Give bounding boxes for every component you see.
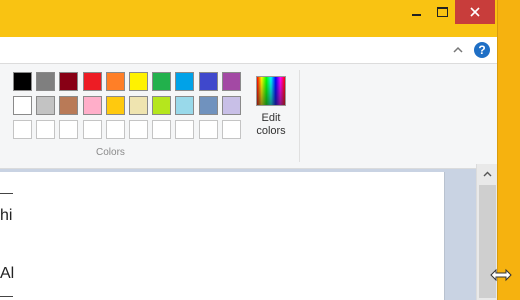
custom-color-slot[interactable] (13, 120, 32, 139)
custom-color-slot[interactable] (221, 120, 241, 139)
color-swatch[interactable] (105, 72, 125, 91)
color-swatch[interactable] (36, 96, 56, 115)
color-swatch[interactable] (59, 96, 79, 115)
color-swatch[interactable] (129, 96, 148, 115)
resize-horizontal-icon[interactable] (488, 266, 514, 284)
text-underline (0, 296, 13, 297)
text-underline (0, 193, 13, 194)
color-swatch[interactable] (13, 72, 32, 91)
color-swatch[interactable] (175, 96, 195, 115)
color-swatch[interactable] (221, 96, 241, 115)
close-icon (470, 7, 480, 17)
edit-colors-label-line2: colors (256, 125, 286, 137)
custom-color-slot[interactable] (82, 120, 102, 139)
color-swatch[interactable] (198, 72, 218, 91)
help-icon[interactable]: ? (474, 42, 490, 58)
maximize-icon (436, 7, 448, 17)
edit-colors-label: Edit colors (250, 112, 292, 138)
minimize-button[interactable] (403, 0, 429, 24)
color-swatch[interactable] (59, 72, 79, 91)
custom-color-slot[interactable] (59, 120, 79, 139)
custom-color-slot[interactable] (198, 120, 218, 139)
maximize-button[interactable] (429, 0, 455, 24)
color-swatch[interactable] (152, 72, 172, 91)
color-swatch[interactable] (175, 72, 195, 91)
color-swatch[interactable] (13, 96, 32, 115)
canvas-text-fragment-bottom: Al (0, 265, 15, 282)
custom-color-slot[interactable] (152, 120, 172, 139)
color-swatch[interactable] (105, 96, 125, 115)
color-swatch[interactable] (129, 72, 148, 91)
edit-colors-label-line1: Edit (261, 112, 281, 124)
scroll-up-button[interactable] (477, 166, 498, 182)
color-swatch[interactable] (152, 96, 172, 115)
window-side-border (497, 0, 520, 300)
color-swatch[interactable] (82, 96, 102, 115)
color-swatch[interactable] (198, 96, 218, 115)
canvas-text-fragment-top: hi (0, 207, 13, 224)
ribbon-tab-strip (0, 37, 497, 64)
chevron-up-icon (483, 171, 492, 177)
colors-group-label: Colors (96, 147, 125, 158)
custom-color-slot[interactable] (105, 120, 125, 139)
color-swatch[interactable] (82, 72, 102, 91)
ribbon-group-separator (299, 70, 300, 162)
color-swatch[interactable] (221, 72, 241, 91)
color-spectrum-icon (256, 76, 286, 106)
custom-color-slot[interactable] (129, 120, 148, 139)
custom-color-slot[interactable] (36, 120, 56, 139)
custom-color-slot[interactable] (175, 120, 195, 139)
edit-colors-button[interactable]: Edit colors (250, 70, 292, 142)
drawing-canvas[interactable] (0, 172, 444, 300)
close-button[interactable] (455, 0, 495, 24)
color-swatch[interactable] (36, 72, 56, 91)
chevron-up-icon[interactable] (452, 44, 464, 56)
minimize-icon (411, 14, 421, 16)
